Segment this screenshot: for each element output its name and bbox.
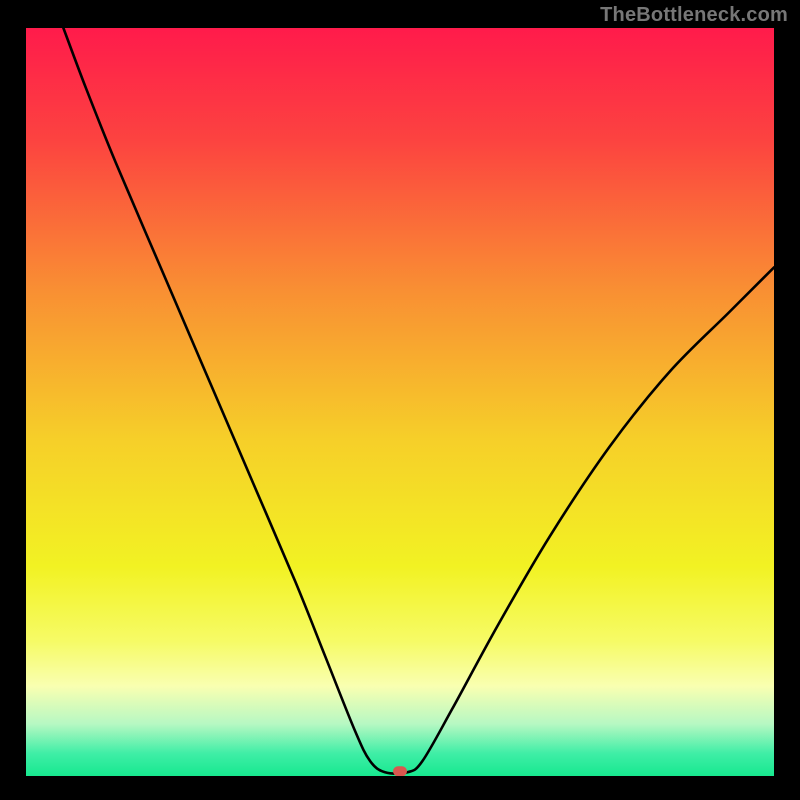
chart-container: TheBottleneck.com <box>0 0 800 800</box>
gradient-background <box>26 28 774 776</box>
chart-svg <box>26 28 774 776</box>
watermark-text: TheBottleneck.com <box>600 4 788 27</box>
min-marker <box>393 766 407 776</box>
plot-area <box>26 28 774 776</box>
